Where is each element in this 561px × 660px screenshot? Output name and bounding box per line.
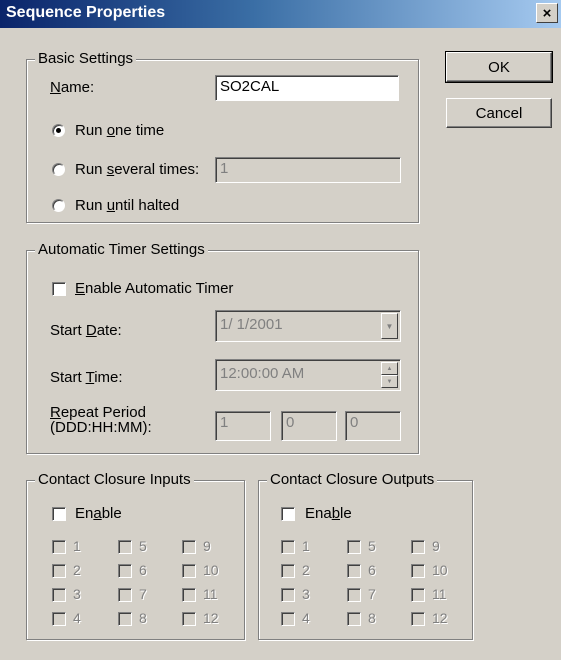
ok-button[interactable]: OK [445,51,553,83]
repeat-ddd-input[interactable]: 1 [215,411,271,441]
outputs-channel-label: 2 [302,562,310,578]
inputs-channel-label: 2 [73,562,81,578]
inputs-channel-checkbox[interactable] [52,564,66,578]
inputs-channel-label: 8 [139,610,147,626]
repeat-period-label: Repeat Period (DDD:HH:MM): [50,404,152,436]
name-input[interactable]: SO2CAL [215,75,399,101]
inputs-channel-label: 1 [73,538,81,554]
run-several-times-label: Run several times: [75,161,200,178]
outputs-channel-label: 1 [302,538,310,554]
inputs-channel-checkbox[interactable] [182,588,196,602]
outputs-channel-label: 11 [432,586,447,602]
start-time-label: Start Time: [50,369,123,386]
run-several-times-radio[interactable] [52,163,65,176]
outputs-enable-checkbox[interactable] [281,507,295,521]
start-time-input[interactable]: 12:00:00 AM [215,359,401,391]
inputs-channel-label: 10 [203,562,219,578]
run-several-times-input[interactable]: 1 [215,157,401,183]
run-until-halted-radio[interactable] [52,199,65,212]
run-one-time-radio[interactable] [52,124,65,137]
outputs-channel-checkbox[interactable] [281,540,295,554]
start-time-spin-up[interactable]: ▲ [381,362,398,375]
outputs-channel-checkbox[interactable] [347,588,361,602]
outputs-channel-label: 5 [368,538,376,554]
inputs-channel-label: 6 [139,562,147,578]
outputs-channel-checkbox[interactable] [411,540,425,554]
radio-selected-dot [56,128,61,133]
inputs-channel-checkbox[interactable] [182,540,196,554]
outputs-channel-checkbox[interactable] [411,612,425,626]
inputs-channel-label: 11 [203,586,218,602]
outputs-channel-checkbox[interactable] [347,612,361,626]
outputs-channel-checkbox[interactable] [281,612,295,626]
inputs-channel-label: 5 [139,538,147,554]
run-until-halted-label: Run until halted [75,197,180,214]
contact-outputs-legend: Contact Closure Outputs [267,471,438,488]
inputs-channel-label: 9 [203,538,211,554]
outputs-enable-label: Enable [305,505,352,522]
enable-timer-label: Enable Automatic Timer [75,280,234,297]
outputs-channel-label: 10 [432,562,448,578]
outputs-channel-label: 6 [368,562,376,578]
inputs-channel-checkbox[interactable] [118,540,132,554]
outputs-channel-checkbox[interactable] [281,588,295,602]
contact-inputs-legend: Contact Closure Inputs [35,471,194,488]
outputs-channel-label: 12 [432,610,448,626]
spin-up-icon: ▲ [386,365,393,372]
start-date-label: Start Date: [50,322,122,339]
start-date-dropdown-button[interactable]: ▼ [381,313,398,339]
timer-settings-legend: Automatic Timer Settings [35,241,208,258]
close-button[interactable]: × [536,3,558,23]
spin-down-icon: ▼ [386,378,393,385]
window-title: Sequence Properties [6,4,166,21]
name-label: Name: [50,79,95,96]
chevron-down-icon: ▼ [385,321,394,331]
inputs-channel-checkbox[interactable] [182,612,196,626]
outputs-channel-checkbox[interactable] [411,564,425,578]
inputs-channel-label: 3 [73,586,81,602]
inputs-channel-label: 12 [203,610,219,626]
inputs-channel-label: 4 [73,610,81,626]
cancel-button[interactable]: Cancel [446,98,552,128]
repeat-mm-input[interactable]: 0 [345,411,401,441]
outputs-channel-label: 3 [302,586,310,602]
outputs-channel-checkbox[interactable] [347,564,361,578]
inputs-enable-label: Enable [75,505,122,522]
inputs-channel-label: 7 [139,586,147,602]
inputs-channel-checkbox[interactable] [118,564,132,578]
run-one-time-label: Run one time [75,122,165,139]
inputs-channel-checkbox[interactable] [52,612,66,626]
outputs-channel-label: 9 [432,538,440,554]
outputs-channel-checkbox[interactable] [411,588,425,602]
inputs-channel-checkbox[interactable] [52,588,66,602]
outputs-channel-checkbox[interactable] [281,564,295,578]
inputs-channel-checkbox[interactable] [182,564,196,578]
inputs-channel-checkbox[interactable] [118,612,132,626]
enable-timer-checkbox[interactable] [52,282,66,296]
outputs-channel-checkbox[interactable] [347,540,361,554]
title-bar: Sequence Properties × [0,0,561,28]
close-icon: × [542,4,552,22]
inputs-channel-checkbox[interactable] [52,540,66,554]
outputs-channel-label: 7 [368,586,376,602]
outputs-channel-label: 4 [302,610,310,626]
basic-settings-legend: Basic Settings [35,50,137,67]
inputs-enable-checkbox[interactable] [52,507,66,521]
start-date-input[interactable]: 1/ 1/2001 [215,310,401,342]
start-time-spin-down[interactable]: ▼ [381,375,398,388]
outputs-channel-label: 8 [368,610,376,626]
repeat-hh-input[interactable]: 0 [281,411,337,441]
inputs-channel-checkbox[interactable] [118,588,132,602]
